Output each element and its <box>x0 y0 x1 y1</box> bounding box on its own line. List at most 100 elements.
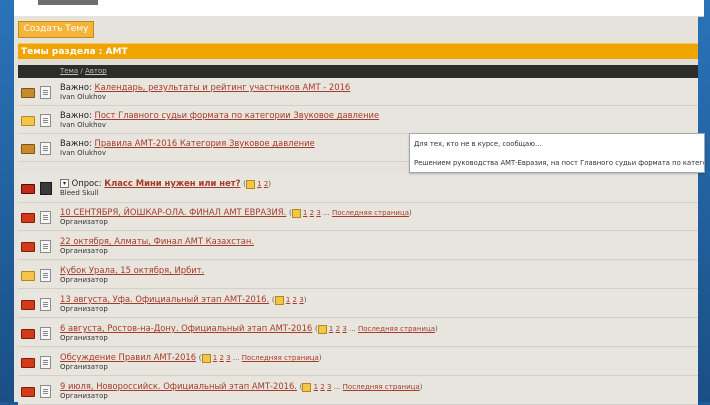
last-page-link[interactable]: Последняя страница <box>343 383 420 391</box>
chevron-down-icon[interactable]: ▾ <box>60 179 69 188</box>
topic-author[interactable]: Организатор <box>60 305 108 313</box>
topic-row: Важно: Пост Главного судьи формата по ка… <box>18 106 698 134</box>
topic-row: Важно: Календарь, результаты и рейтинг у… <box>18 78 698 106</box>
column-separator: / <box>78 67 85 75</box>
topic-row: 6 августа, Ростов-на-Дону. Официальный э… <box>18 319 698 347</box>
topic-title: Обсуждение Правил АМТ-2016 ( 1 2 3 ... П… <box>60 352 322 363</box>
page-link[interactable]: 2 <box>320 383 324 391</box>
topic-author[interactable]: Bleed Skull <box>60 189 99 197</box>
scroll-thumb[interactable] <box>38 0 98 5</box>
topic-link[interactable]: Правила АМТ-2016 Категория Звуковое давл… <box>95 138 315 148</box>
topic-link[interactable]: Класс Мини нужен или нет? <box>104 178 240 188</box>
envelope-hot-icon <box>21 213 35 223</box>
poll-topic-icon <box>40 182 52 195</box>
topic-author[interactable]: Организатор <box>60 247 108 255</box>
page-link[interactable]: 1 <box>303 209 307 217</box>
topic-author[interactable]: Организатор <box>60 276 108 284</box>
topic-preview-tooltip: Для тех, кто не в курсе, сообщаю... Реше… <box>409 133 705 173</box>
topic-author[interactable]: Организатор <box>60 392 108 400</box>
top-panel <box>14 0 704 17</box>
topic-row: Обсуждение Правил АМТ-2016 ( 1 2 3 ... П… <box>18 348 698 376</box>
topic-title: Важно: Пост Главного судьи формата по ка… <box>60 110 379 120</box>
topic-author[interactable]: Организатор <box>60 363 108 371</box>
topic-row: 10 СЕНТЯБРЯ, ЙОШКАР-ОЛА. ФИНАЛ АМТ ЕВРАЗ… <box>18 203 698 231</box>
topic-icon <box>40 142 51 155</box>
topic-row: 22 октября, Алматы, Финал АМТ Казахстан.… <box>18 232 698 260</box>
forum-page: Создать Тему Темы раздела : АМТ Тема / А… <box>14 16 705 405</box>
page-link[interactable]: 1 <box>329 325 333 333</box>
topic-title: 6 августа, Ростов-на-Дону. Официальный э… <box>60 323 438 334</box>
topic-title: 10 СЕНТЯБРЯ, ЙОШКАР-ОЛА. ФИНАЛ АМТ ЕВРАЗ… <box>60 207 412 218</box>
page-link[interactable]: 3 <box>342 325 346 333</box>
topic-title: Кубок Урала, 15 октября, Ирбит. <box>60 265 204 275</box>
topic-author[interactable]: Организатор <box>60 218 108 226</box>
topic-link[interactable]: 6 августа, Ростов-на-Дону. Официальный э… <box>60 323 312 333</box>
topic-link[interactable]: 13 августа, Уфа. Официальный этап АМТ-20… <box>60 294 269 304</box>
topic-link[interactable]: Пост Главного судьи формата по категории… <box>95 110 380 120</box>
last-page-link[interactable]: Последняя страница <box>332 209 409 217</box>
pages-icon <box>201 353 211 363</box>
topic-title: 22 октября, Алматы, Финал АМТ Казахстан. <box>60 236 254 246</box>
topic-author[interactable]: Ivan Olukhov <box>60 149 106 157</box>
window-left-frame <box>0 0 14 402</box>
topic-title: ▾ Опрос: Класс Мини нужен или нет? ( 1 2… <box>60 178 271 189</box>
topic-prefix: Важно: <box>60 110 95 120</box>
topic-row: ▾ Опрос: Класс Мини нужен или нет? ( 1 2… <box>18 174 698 203</box>
topic-icon <box>40 211 51 224</box>
pages-icon <box>274 295 284 305</box>
page-link[interactable]: 1 <box>213 354 217 362</box>
envelope-hot-icon <box>21 242 35 252</box>
tooltip-line: Решением руководства АМТ-Евразия, на пос… <box>414 159 705 167</box>
topic-link[interactable]: Обсуждение Правил АМТ-2016 <box>60 352 196 362</box>
last-page-link[interactable]: Последняя страница <box>358 325 435 333</box>
topic-author[interactable]: Организатор <box>60 334 108 342</box>
topic-icon <box>40 356 51 369</box>
envelope-icon <box>21 116 35 126</box>
envelope-icon <box>21 88 35 98</box>
envelope-icon <box>21 144 35 154</box>
topic-icon <box>40 114 51 127</box>
page-link[interactable]: 3 <box>327 383 331 391</box>
column-header: Тема / Автор <box>18 65 698 78</box>
topic-prefix: Опрос: <box>71 178 105 188</box>
section-header: Темы раздела : АМТ <box>18 43 698 59</box>
page-link[interactable]: 3 <box>226 354 230 362</box>
page-link[interactable]: 1 <box>286 296 290 304</box>
topic-prefix: Важно: <box>60 138 95 148</box>
topic-icon <box>40 269 51 282</box>
topic-row: 13 августа, Уфа. Официальный этап АМТ-20… <box>18 290 698 318</box>
envelope-hot-icon <box>21 329 35 339</box>
topic-link[interactable]: Кубок Урала, 15 октября, Ирбит. <box>60 265 204 275</box>
topic-title: Важно: Календарь, результаты и рейтинг у… <box>60 82 350 92</box>
topic-link[interactable]: 22 октября, Алматы, Финал АМТ Казахстан. <box>60 236 254 246</box>
envelope-hot-icon <box>21 358 35 368</box>
page-link[interactable]: 2 <box>336 325 340 333</box>
topic-title: Важно: Правила АМТ-2016 Категория Звуков… <box>60 138 315 148</box>
topic-icon <box>40 385 51 398</box>
page-link[interactable]: 2 <box>310 209 314 217</box>
page-link[interactable]: 1 <box>257 180 261 188</box>
topic-icon <box>40 298 51 311</box>
column-author-link[interactable]: Автор <box>85 67 107 75</box>
page-link[interactable]: 1 <box>314 383 318 391</box>
topic-prefix: Важно: <box>60 82 95 92</box>
pages-icon <box>317 324 327 334</box>
topic-link[interactable]: 9 июля, Новороссийск. Официальный этап А… <box>60 381 297 391</box>
pagination: ( 1 2 3) <box>271 295 307 305</box>
topic-author[interactable]: Ivan Olukhov <box>60 93 106 101</box>
create-topic-button[interactable]: Создать Тему <box>18 21 94 38</box>
last-page-link[interactable]: Последняя страница <box>242 354 319 362</box>
column-topic-link[interactable]: Тема <box>60 67 78 75</box>
pages-icon <box>291 208 301 218</box>
page-link[interactable]: 2 <box>293 296 297 304</box>
topic-author[interactable]: Ivan Olukhov <box>60 121 106 129</box>
page-link[interactable]: 2 <box>219 354 223 362</box>
topic-link[interactable]: Календарь, результаты и рейтинг участник… <box>95 82 351 92</box>
envelope-hot-icon <box>21 387 35 397</box>
page-link[interactable]: 3 <box>316 209 320 217</box>
pagination: ( 1 2 3 ... Последняя страница) <box>288 208 412 218</box>
pagination: ( 1 2 3 ... Последняя страница) <box>198 353 322 363</box>
topic-title: 13 августа, Уфа. Официальный этап АМТ-20… <box>60 294 306 305</box>
topic-icon <box>40 327 51 340</box>
topic-link[interactable]: 10 СЕНТЯБРЯ, ЙОШКАР-ОЛА. ФИНАЛ АМТ ЕВРАЗ… <box>60 207 286 217</box>
